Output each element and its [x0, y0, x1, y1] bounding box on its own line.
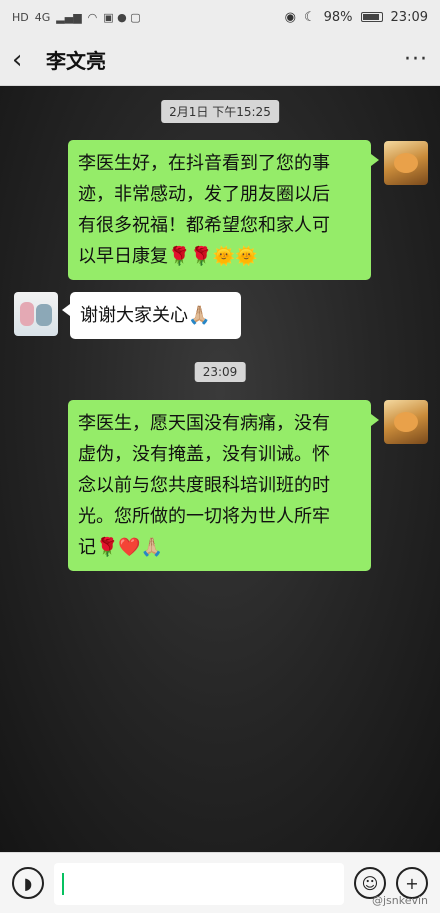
- chat-area[interactable]: 2月1日 下午15:25 李医生好，在抖音看到了您的事 迹，非常感动，发了朋友圈…: [0, 86, 440, 852]
- message-line: 记🌹❤️🙏🏼: [78, 537, 164, 558]
- avatar[interactable]: [384, 141, 428, 185]
- plus-icon: +: [405, 873, 419, 893]
- message-line: 迹，非常感动，发了朋友圈以后: [78, 184, 330, 205]
- message-line: 李医生，愿天国没有病痛，没有: [78, 413, 330, 434]
- avatar[interactable]: [384, 400, 428, 444]
- contact-name: 李文亮: [46, 49, 106, 73]
- eye-icon: ◉: [284, 9, 296, 25]
- battery-percent: 98%: [323, 9, 353, 25]
- network-label: 4G: [34, 10, 51, 24]
- message-bubble[interactable]: 谢谢大家关心🙏🏼: [62, 292, 241, 339]
- back-button[interactable]: ‹: [12, 47, 42, 73]
- input-bar: ◗ ☺ + @jsnkevin: [0, 852, 440, 913]
- smile-icon: ☺: [361, 873, 379, 893]
- chat-header: ‹ 李文亮 ···: [0, 34, 440, 86]
- hd-label: HD: [12, 10, 29, 24]
- status-right: ◉ ☾ 98% 23:09: [285, 10, 428, 25]
- timestamp: 23:09: [194, 362, 246, 382]
- status-left: HD 4G ▂▄▆ ◠ ▣ ● ▢: [12, 11, 141, 24]
- message-line: 虚伪，没有掩盖，没有训诫。怀: [78, 444, 330, 465]
- message-bubble[interactable]: 李医生好，在抖音看到了您的事 迹，非常感动，发了朋友圈以后 有很多祝福！都希望您…: [68, 140, 379, 280]
- message-line: 光。您所做的一切将为世人所牢: [78, 506, 330, 527]
- more-button[interactable]: ···: [404, 47, 428, 72]
- watermark: @jsnkevin: [371, 894, 428, 907]
- wifi-icon: ◠: [87, 10, 98, 24]
- voice-button[interactable]: ◗: [12, 867, 44, 899]
- message-bubble[interactable]: 李医生，愿天国没有病痛，没有 虚伪，没有掩盖，没有训诫。怀 念以前与您共度眼科培…: [68, 400, 379, 571]
- battery-icon: [360, 12, 383, 22]
- message-input[interactable]: [54, 863, 344, 905]
- message-line: 念以前与您共度眼科培训班的时: [78, 475, 330, 496]
- message-line: 李医生好，在抖音看到了您的事: [78, 153, 330, 174]
- avatar[interactable]: [14, 292, 58, 336]
- status-bar: HD 4G ▂▄▆ ◠ ▣ ● ▢ ◉ ☾ 98% 23:09: [0, 0, 440, 34]
- moon-icon: ☾: [303, 9, 316, 25]
- timestamp: 2月1日 下午15:25: [161, 100, 279, 123]
- signal-icon: ▂▄▆: [56, 10, 82, 24]
- text-cursor: [62, 873, 64, 895]
- clock: 23:09: [390, 9, 428, 25]
- message-line: 有很多祝福！都希望您和家人可: [78, 215, 330, 236]
- voice-icon: ◗: [23, 873, 33, 893]
- notification-icons: ▣ ● ▢: [103, 10, 141, 24]
- message-line: 谢谢大家关心🙏🏼: [80, 305, 211, 326]
- message-line: 以早日康复🌹🌹🌞🌞: [78, 246, 258, 267]
